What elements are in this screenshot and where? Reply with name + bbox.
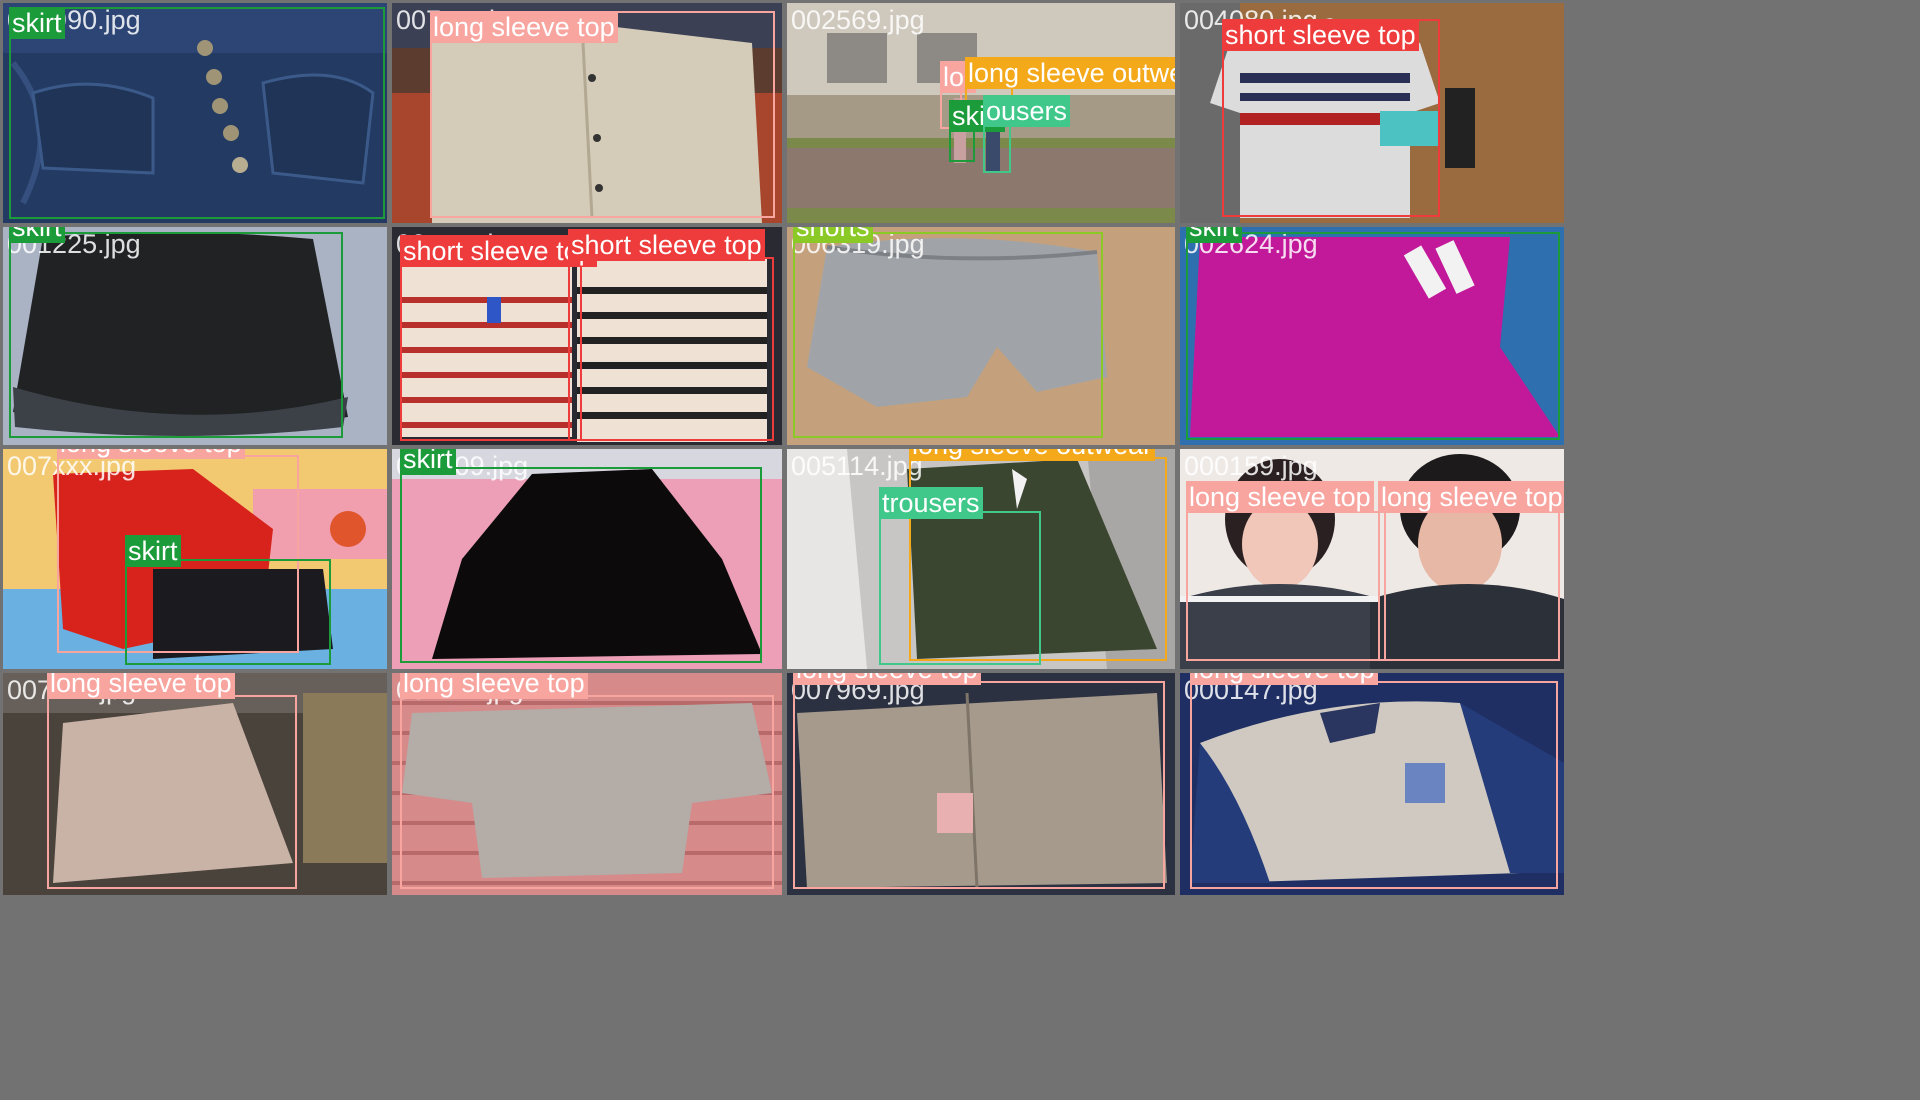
filename: 000159.jpg: [1184, 451, 1318, 481]
bbox-long-sleeve-top: [47, 695, 297, 889]
detection-mosaic: 001990.jpg skirt 007xxx.jpg long sleeve …: [0, 0, 1920, 1100]
bbox-long-sleeve-top: [1378, 511, 1560, 661]
class-label: long sleeve top: [57, 449, 245, 459]
class-label: short sleeve top: [1222, 19, 1419, 51]
bbox-skirt: [1186, 232, 1560, 440]
class-label: long sleeve top: [1186, 481, 1374, 513]
tile-9: 007xxx.jpg long sleeve top skirt: [3, 449, 387, 669]
tile-5: 001225.jpg skirt: [3, 227, 387, 445]
tile-12: 000159.jpg long sleeve top long sleeve t…: [1180, 449, 1564, 669]
tile-2: 007xxx.jpg long sleeve top: [392, 3, 782, 223]
class-label: skirt: [400, 449, 456, 475]
class-label: shorts: [793, 227, 873, 243]
tile-7: 006319.jpg shorts: [787, 227, 1175, 445]
bbox-long-sleeve-top: [1190, 681, 1558, 889]
bbox-skirt: [400, 467, 762, 663]
tile-11: 005114.jpg long sleeve outwear trousers: [787, 449, 1175, 669]
class-label: long sleeve top: [47, 673, 235, 699]
tile-8: 002624.jpg skirt: [1180, 227, 1564, 445]
bbox-long-sleeve-top: [400, 695, 774, 889]
class-label: skirt: [9, 227, 65, 243]
bbox-skirt: [125, 559, 331, 665]
bbox-long-sleeve-top: [1186, 511, 1386, 661]
tile-15: 007969.jpg long sleeve top: [787, 673, 1175, 895]
bbox-trousers: [879, 511, 1041, 665]
class-label: skirt: [9, 7, 65, 39]
bbox-shorts: [793, 232, 1103, 438]
class-label: skirt: [1186, 227, 1242, 243]
class-label: ousers: [983, 95, 1071, 127]
filename: 002569.jpg: [791, 5, 925, 35]
tile-10: 00x909.jpg skirt: [392, 449, 782, 669]
bbox-long-sleeve-top: [793, 681, 1165, 889]
bbox-skirt: [9, 232, 343, 438]
tile-6: 00xxxx.jpg short sleeve top short sleeve…: [392, 227, 782, 445]
class-label: short sleeve top: [568, 229, 765, 261]
bbox-skirt: [9, 7, 385, 219]
tile-1: 001990.jpg skirt: [3, 3, 387, 223]
class-label: long sleeve top: [1378, 481, 1564, 513]
class-label: long sleeve top: [430, 11, 618, 43]
class-label: long sleeve top: [400, 673, 588, 699]
class-label: long sleeve top: [793, 673, 981, 685]
class-label: long sleeve outwear: [909, 449, 1156, 461]
class-label: skirt: [125, 535, 181, 567]
tile-16: 000147.jpg long sleeve top: [1180, 673, 1564, 895]
tile-3: 002569.jpg lor long sleeve outwear skirt…: [787, 3, 1175, 223]
class-label: long sleeve top: [1190, 673, 1378, 685]
tile-4: 004080.jpg short sleeve top: [1180, 3, 1564, 223]
filename: 005114.jpg: [791, 451, 923, 481]
tile-14: 00xxxx.jpg long sleeve top: [392, 673, 782, 895]
tile-13: 007xxx.jpg long sleeve top: [3, 673, 387, 895]
bbox-short-sleeve-top: [568, 257, 774, 441]
class-label: long sleeve outwear: [965, 57, 1175, 89]
class-label: trousers: [879, 487, 983, 519]
